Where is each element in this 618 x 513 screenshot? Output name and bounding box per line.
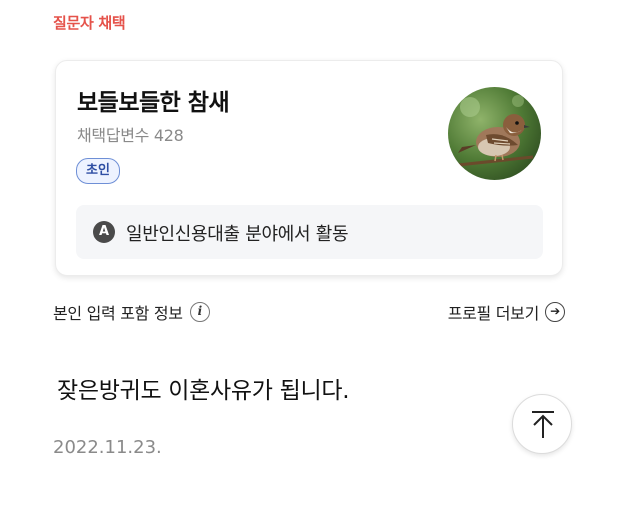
- self-info-label: 본인 입력 포함 정보: [53, 304, 183, 323]
- adopted-answer-count: 채택답변수 428: [77, 126, 184, 145]
- answer-date: 2022.11.23.: [53, 437, 162, 458]
- more-profile-link[interactable]: 프로필 더보기 ➔: [448, 300, 565, 324]
- section-label-adopted: 질문자 채택: [53, 14, 126, 32]
- sparrow-avatar-icon: [448, 87, 541, 180]
- active-field-box[interactable]: A 일반인신용대출 분야에서 활동: [76, 205, 543, 259]
- arrow-right-icon[interactable]: ➔: [545, 302, 565, 322]
- answerer-profile-card[interactable]: 보들보들한 참새 채택답변수 428 초인 A 일반인신용대출 분야에서 활동: [55, 60, 563, 276]
- self-info-row: 본인 입력 포함 정보 i: [53, 300, 210, 324]
- answerer-name[interactable]: 보들보들한 참새: [77, 83, 230, 117]
- scroll-to-top-button[interactable]: [512, 394, 572, 454]
- active-field-text: 일반인신용대출 분야에서 활동: [126, 224, 349, 245]
- field-a-icon: A: [93, 221, 115, 243]
- info-icon[interactable]: i: [189, 302, 210, 322]
- answer-text: 잦은방귀도 이혼사유가 됩니다.: [57, 378, 350, 404]
- grade-badge: 초인: [76, 158, 120, 184]
- more-profile-label[interactable]: 프로필 더보기: [448, 300, 540, 324]
- arrow-up-icon: [532, 411, 554, 438]
- avatar[interactable]: [448, 87, 541, 180]
